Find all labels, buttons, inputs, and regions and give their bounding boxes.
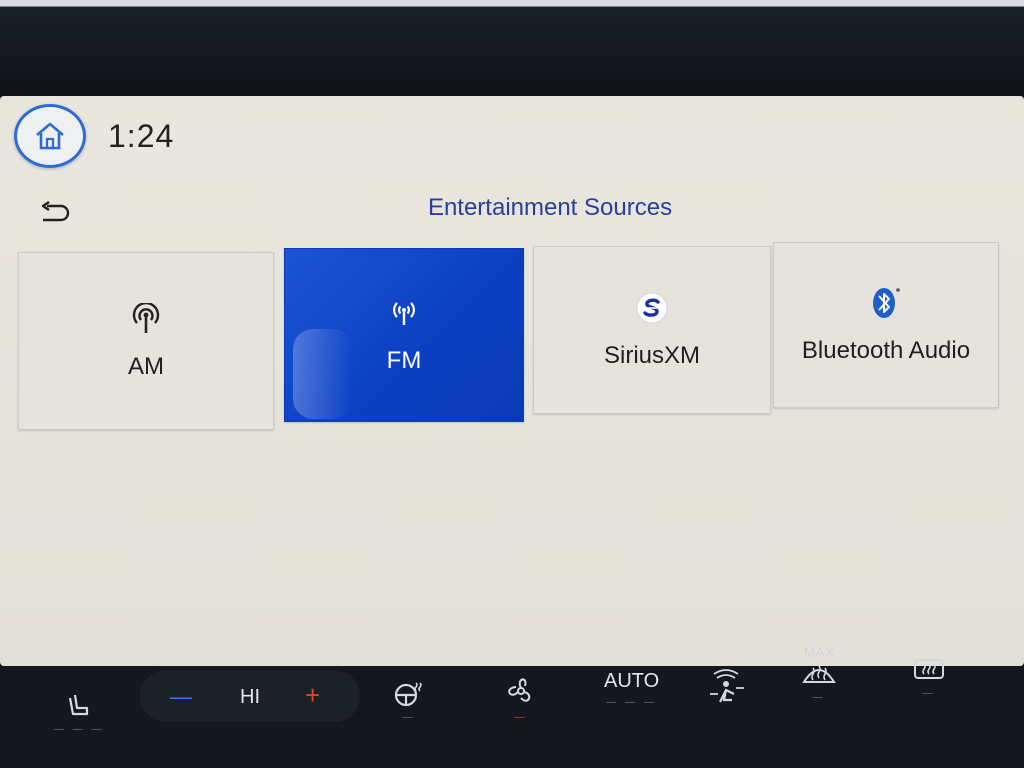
- seat-heat-button[interactable]: — — —: [54, 692, 105, 735]
- max-label: MAX: [803, 644, 835, 660]
- clock: 1:24: [108, 118, 175, 154]
- fan-speed-label: HI: [240, 686, 260, 708]
- airflow-person-icon: [710, 669, 744, 703]
- source-label-am: AM: [128, 353, 164, 380]
- fan-increase-button[interactable]: +: [305, 680, 320, 711]
- heated-steering-wheel-icon: [394, 682, 422, 707]
- antenna-icon: [130, 301, 162, 337]
- home-button[interactable]: [14, 104, 86, 168]
- climate-control-bar: — — — — HI + — — AUTO — — — MAX — —: [0, 644, 1024, 768]
- siriusxm-logo-icon: [635, 290, 669, 326]
- level-indicator: —: [922, 688, 936, 699]
- minus-icon: —: [170, 684, 192, 709]
- source-label-siriusxm: SiriusXM: [603, 342, 700, 369]
- heated-steering-wheel-button[interactable]: —: [392, 680, 426, 723]
- bluetooth-icon: [869, 285, 903, 321]
- auto-label: AUTO: [604, 670, 660, 692]
- source-tile-fm[interactable]: FM: [284, 248, 524, 422]
- seat-icon: [69, 694, 89, 716]
- source-label-bluetooth-audio: Bluetooth Audio: [801, 337, 971, 364]
- page-title: Entertainment Sources: [427, 194, 673, 221]
- fan-icon: [508, 678, 531, 702]
- back-arrow-icon: [41, 201, 70, 222]
- fan-button[interactable]: —: [504, 674, 538, 723]
- infotainment-screen: 1:24 Entertainment Sources AM FM SiriusX…: [0, 96, 1024, 666]
- rear-defrost-icon: [914, 659, 944, 679]
- screen-glare: [293, 329, 353, 419]
- fan-decrease-button[interactable]: —: [170, 684, 192, 710]
- screen-bezel: [0, 0, 1024, 100]
- back-button[interactable]: [34, 196, 74, 230]
- max-defrost-button[interactable]: MAX —: [800, 644, 838, 703]
- fan-speed-value: HI: [240, 686, 260, 709]
- plus-icon: +: [305, 680, 321, 710]
- home-icon: [36, 122, 64, 150]
- level-indicator: — — —: [54, 724, 105, 735]
- broadcast-antenna-icon: [388, 295, 420, 331]
- auto-climate-button[interactable]: AUTO — — —: [604, 670, 659, 708]
- level-indicator: —: [812, 692, 826, 703]
- max-defrost-icon: [802, 665, 836, 683]
- airflow-mode-button[interactable]: [706, 666, 746, 708]
- level-indicator: — — —: [606, 697, 657, 708]
- level-indicator: —: [402, 712, 416, 723]
- source-tile-siriusxm[interactable]: SiriusXM: [533, 246, 771, 414]
- fan-active-indicator: —: [514, 712, 528, 723]
- rear-defrost-button[interactable]: —: [912, 656, 946, 699]
- source-label-fm: FM: [386, 347, 422, 374]
- source-tile-bluetooth-audio[interactable]: Bluetooth Audio: [773, 242, 999, 408]
- source-tile-am[interactable]: AM: [18, 252, 274, 430]
